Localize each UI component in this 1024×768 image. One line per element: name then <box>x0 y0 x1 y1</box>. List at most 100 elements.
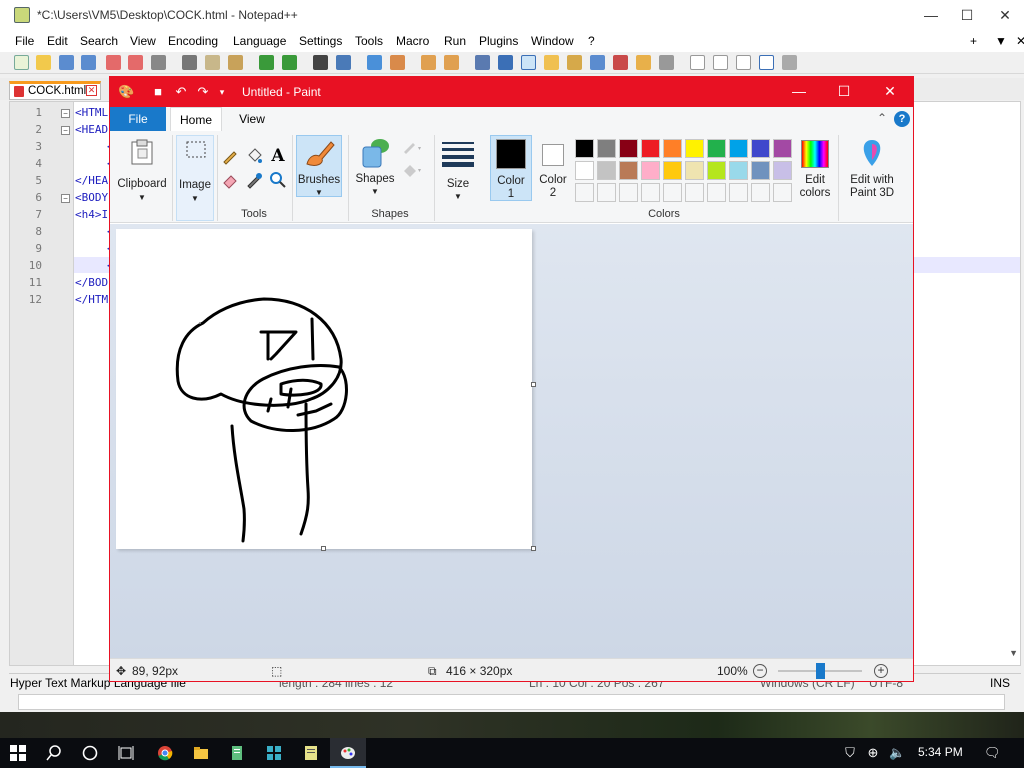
sync-vertical-icon[interactable] <box>421 55 436 70</box>
custom-color-slot[interactable] <box>773 183 792 202</box>
tab-list-dropdown-icon[interactable]: ▼ <box>995 34 1007 48</box>
edit-with-paint3d-button[interactable]: Edit with Paint 3D <box>844 135 900 201</box>
edit-colors-button[interactable]: Edit colors <box>796 135 834 201</box>
start-button[interactable] <box>0 738 36 768</box>
clipboard-button[interactable]: Clipboard ▼ <box>115 135 169 221</box>
action-center-icon[interactable]: 🗨 <box>984 745 1001 761</box>
palette-swatch[interactable] <box>641 139 660 158</box>
zoom-out-button[interactable]: − <box>753 664 767 678</box>
quick-save-icon[interactable]: ■ <box>150 84 166 100</box>
magnifier-icon[interactable] <box>269 171 287 189</box>
paint-home-tab[interactable]: Home <box>170 107 222 131</box>
custom-color-slot[interactable] <box>751 183 770 202</box>
search-button[interactable] <box>36 738 72 768</box>
menu-plugins[interactable]: Plugins <box>479 34 518 48</box>
image-button[interactable]: Image ▼ <box>176 135 214 221</box>
custom-color-slot[interactable] <box>685 183 704 202</box>
replace-icon[interactable] <box>336 55 351 70</box>
text-tool-icon[interactable]: A <box>269 147 287 165</box>
palette-swatch[interactable] <box>751 161 770 180</box>
zoom-slider-thumb[interactable] <box>816 663 825 679</box>
open-file-icon[interactable] <box>36 55 51 70</box>
drawing-canvas[interactable] <box>116 229 532 549</box>
new-file-icon[interactable] <box>14 55 29 70</box>
task-view-button[interactable] <box>108 738 144 768</box>
indent-guide-icon[interactable] <box>521 55 536 70</box>
close-all-icon[interactable] <box>128 55 143 70</box>
undo-icon[interactable] <box>259 55 274 70</box>
save-macro-icon[interactable] <box>782 55 797 70</box>
custom-color-slot[interactable] <box>641 183 660 202</box>
resize-handle-right[interactable] <box>531 382 536 387</box>
document-map-icon[interactable] <box>567 55 582 70</box>
word-wrap-icon[interactable] <box>475 55 490 70</box>
menu-run[interactable]: Run <box>444 34 466 48</box>
brushes-button[interactable]: Brushes ▼ <box>296 135 342 197</box>
paint-title-bar[interactable]: 🎨 ■ ↶ ↷ ▾ Untitled - Paint — ☐ ✕ <box>110 77 913 107</box>
customize-quick-access-icon[interactable]: ▾ <box>214 84 230 100</box>
custom-color-slot[interactable] <box>575 183 594 202</box>
clock[interactable]: 5:34 PM <box>918 745 963 759</box>
palette-swatch[interactable] <box>641 161 660 180</box>
color2-button[interactable]: Color 2 <box>534 135 572 201</box>
fold-toggle-icon[interactable]: − <box>61 109 70 118</box>
menu-help[interactable]: ? <box>588 34 595 48</box>
menu-encoding[interactable]: Encoding <box>168 34 218 48</box>
palette-swatch[interactable] <box>729 161 748 180</box>
taskbar-app-teal[interactable] <box>256 738 292 768</box>
size-button[interactable]: Size ▼ <box>439 135 477 201</box>
custom-color-slot[interactable] <box>619 183 638 202</box>
run-macro-multiple-icon[interactable] <box>759 55 774 70</box>
palette-swatch[interactable] <box>597 139 616 158</box>
palette-swatch[interactable] <box>707 161 726 180</box>
quick-undo-icon[interactable]: ↶ <box>173 84 189 100</box>
palette-swatch[interactable] <box>575 139 594 158</box>
resize-handle-bottom[interactable] <box>321 546 326 551</box>
help-icon[interactable]: ? <box>894 111 910 127</box>
taskbar-app-green[interactable] <box>219 738 255 768</box>
close-button[interactable]: ✕ <box>982 0 1024 32</box>
scroll-down-arrow-icon[interactable]: ▼ <box>1009 648 1018 658</box>
palette-swatch[interactable] <box>685 139 704 158</box>
palette-swatch[interactable] <box>619 161 638 180</box>
paint-maximize-button[interactable]: ☐ <box>821 77 867 107</box>
paint-view-tab[interactable]: View <box>228 107 276 131</box>
paste-icon[interactable] <box>228 55 243 70</box>
play-macro-icon[interactable] <box>736 55 751 70</box>
menu-search[interactable]: Search <box>80 34 118 48</box>
notepadpp-title-bar[interactable]: *C:\Users\VM5\Desktop\COCK.html - Notepa… <box>0 0 1024 32</box>
taskbar-chrome[interactable] <box>147 738 183 768</box>
shapes-button[interactable]: Shapes ▼ <box>353 135 397 197</box>
fold-toggle-icon[interactable]: − <box>61 194 70 203</box>
paint-file-tab[interactable]: File <box>110 107 166 131</box>
menu-language[interactable]: Language <box>233 34 286 48</box>
color1-button[interactable]: Color 1 <box>490 135 532 201</box>
color-picker-icon[interactable] <box>245 171 263 189</box>
print-icon[interactable] <box>151 55 166 70</box>
menu-macro[interactable]: Macro <box>396 34 429 48</box>
monitoring-icon[interactable] <box>636 55 651 70</box>
paint-minimize-button[interactable]: — <box>776 77 822 107</box>
preview-eye-icon[interactable] <box>659 55 674 70</box>
palette-swatch[interactable] <box>663 139 682 158</box>
custom-color-slot[interactable] <box>707 183 726 202</box>
menu-edit[interactable]: Edit <box>47 34 68 48</box>
zoom-in-icon[interactable] <box>367 55 382 70</box>
cut-icon[interactable] <box>182 55 197 70</box>
palette-swatch[interactable] <box>619 139 638 158</box>
zoom-out-icon[interactable] <box>390 55 405 70</box>
tab-close-icon[interactable]: ✕ <box>86 85 97 96</box>
palette-swatch[interactable] <box>597 161 616 180</box>
new-tab-plus-icon[interactable]: + <box>970 34 977 48</box>
record-macro-icon[interactable] <box>690 55 705 70</box>
outline-icon[interactable] <box>401 139 421 157</box>
palette-swatch[interactable] <box>729 139 748 158</box>
fold-toggle-icon[interactable]: − <box>61 126 70 135</box>
menu-view[interactable]: View <box>130 34 156 48</box>
custom-color-slot[interactable] <box>663 183 682 202</box>
palette-swatch[interactable] <box>773 139 792 158</box>
security-shield-icon[interactable]: ⛉ <box>842 745 858 761</box>
palette-swatch[interactable] <box>773 161 792 180</box>
tab-cock-html[interactable]: COCK.html ✕ <box>9 81 101 100</box>
collapse-ribbon-icon[interactable]: ⌃ <box>877 111 887 125</box>
